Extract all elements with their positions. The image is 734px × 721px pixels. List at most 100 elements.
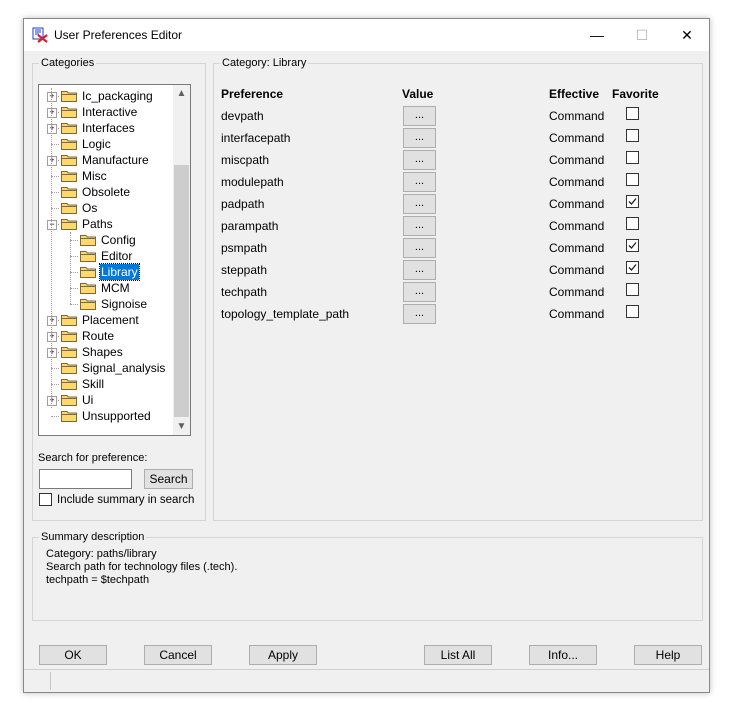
tree-connector <box>51 368 59 369</box>
effective-value: Command <box>549 153 605 167</box>
favorite-checkbox[interactable] <box>626 217 639 230</box>
value-browse-button[interactable]: ... <box>403 238 436 258</box>
folder-icon <box>61 315 77 326</box>
favorite-checkbox[interactable] <box>626 195 639 208</box>
value-browse-button[interactable]: ... <box>403 304 436 324</box>
tree-item-label: Shapes <box>82 345 123 359</box>
category-tree[interactable]: ▲ ▼ + Ic_packaging + Interactive + Interfaces… <box>38 84 191 436</box>
preference-name: steppath <box>221 263 268 277</box>
ok-button[interactable]: OK <box>39 645 107 665</box>
expand-icon[interactable]: + <box>47 108 57 118</box>
expand-icon[interactable]: + <box>47 156 57 166</box>
tree-item-placement[interactable]: + Placement <box>39 312 173 328</box>
maximize-button[interactable]: ☐ <box>619 19 665 51</box>
value-browse-button[interactable]: ... <box>403 194 436 214</box>
include-summary-checkbox[interactable] <box>39 493 52 506</box>
effective-value: Command <box>549 241 605 255</box>
value-browse-button[interactable]: ... <box>403 260 436 280</box>
preference-name: psmpath <box>221 241 268 255</box>
value-browse-button[interactable]: ... <box>403 106 436 126</box>
checkmark-icon <box>628 198 637 205</box>
title-bar[interactable]: User Preferences Editor — ☐ ✕ <box>24 19 709 51</box>
tree-item-signal_analysis[interactable]: Signal_analysis <box>39 360 173 376</box>
favorite-checkbox[interactable] <box>626 239 639 252</box>
tree-item-ic_packaging[interactable]: + Ic_packaging <box>39 88 173 104</box>
effective-value: Command <box>549 307 605 321</box>
expand-icon[interactable]: + <box>47 316 57 326</box>
cancel-button[interactable]: Cancel <box>144 645 212 665</box>
folder-icon <box>61 171 77 182</box>
app-icon <box>32 27 48 43</box>
close-button[interactable]: ✕ <box>664 19 710 51</box>
help-button[interactable]: Help <box>634 645 702 665</box>
search-input[interactable] <box>39 469 132 489</box>
preference-name: miscpath <box>221 153 270 167</box>
value-browse-button[interactable]: ... <box>403 150 436 170</box>
tree-item-paths[interactable]: − Paths <box>39 216 173 232</box>
collapse-icon[interactable]: − <box>47 220 57 230</box>
tree-item-logic[interactable]: Logic <box>39 136 173 152</box>
search-label: Search for preference: <box>38 452 148 464</box>
expand-icon[interactable]: + <box>47 396 57 406</box>
effective-value: Command <box>549 285 605 299</box>
scroll-up-arrow-icon[interactable]: ▲ <box>173 85 190 102</box>
tree-item-label: Obsolete <box>82 185 131 199</box>
favorite-checkbox[interactable] <box>626 283 639 296</box>
list-all-button[interactable]: List All <box>424 645 492 665</box>
tree-item-signoise[interactable]: Signoise <box>39 296 173 312</box>
favorite-checkbox[interactable] <box>626 129 639 142</box>
folder-icon <box>61 331 77 342</box>
favorite-checkbox[interactable] <box>626 261 639 274</box>
favorite-checkbox[interactable] <box>626 151 639 164</box>
status-divider <box>50 672 51 690</box>
tree-item-manufacture[interactable]: + Manufacture <box>39 152 173 168</box>
expand-icon[interactable]: + <box>47 92 57 102</box>
tree-item-route[interactable]: + Route <box>39 328 173 344</box>
effective-column-header: Effective <box>549 87 600 101</box>
favorite-checkbox[interactable] <box>626 305 639 318</box>
summary-group: Summary description Category: paths/libr… <box>32 530 703 621</box>
folder-icon <box>61 347 77 358</box>
tree-item-interfaces[interactable]: + Interfaces <box>39 120 173 136</box>
tree-item-label: Paths <box>82 217 113 231</box>
tree-item-shapes[interactable]: + Shapes <box>39 344 173 360</box>
tree-item-os[interactable]: Os <box>39 200 173 216</box>
tree-item-interactive[interactable]: + Interactive <box>39 104 173 120</box>
expand-icon[interactable]: + <box>47 348 57 358</box>
tree-item-editor[interactable]: Editor <box>39 248 173 264</box>
scroll-down-arrow-icon[interactable]: ▼ <box>173 418 190 435</box>
tree-item-label: Ic_packaging <box>82 89 153 103</box>
expand-icon[interactable]: + <box>47 124 57 134</box>
tree-item-unsupported[interactable]: Unsupported <box>39 408 173 424</box>
tree-item-config[interactable]: Config <box>39 232 173 248</box>
tree-item-label: Misc <box>82 169 107 183</box>
tree-item-library[interactable]: Library <box>39 263 173 281</box>
preference-name: modulepath <box>221 175 284 189</box>
minimize-button[interactable]: — <box>574 19 620 51</box>
tree-item-mcm[interactable]: MCM <box>39 280 173 296</box>
tree-item-misc[interactable]: Misc <box>39 168 173 184</box>
info-button[interactable]: Info... <box>529 645 597 665</box>
value-browse-button[interactable]: ... <box>403 282 436 302</box>
tree-item-label: Route <box>82 329 115 343</box>
tree-item-label: Interactive <box>82 105 138 119</box>
favorite-checkbox[interactable] <box>626 107 639 120</box>
tree-item-label: Logic <box>82 137 111 151</box>
expand-icon[interactable]: + <box>47 332 57 342</box>
tree-scrollbar[interactable]: ▲ ▼ <box>173 85 190 435</box>
apply-button[interactable]: Apply <box>249 645 317 665</box>
tree-connector <box>51 208 59 209</box>
value-browse-button[interactable]: ... <box>403 172 436 192</box>
tree-item-skill[interactable]: Skill <box>39 376 173 392</box>
tree-connector <box>51 384 59 385</box>
categories-label: Categories <box>39 56 97 70</box>
value-browse-button[interactable]: ... <box>403 216 436 236</box>
tree-item-ui[interactable]: + Ui <box>39 392 173 408</box>
folder-icon <box>61 187 77 198</box>
tree-connector <box>70 304 78 305</box>
search-button[interactable]: Search <box>144 469 193 489</box>
favorite-checkbox[interactable] <box>626 173 639 186</box>
value-browse-button[interactable]: ... <box>403 128 436 148</box>
tree-item-obsolete[interactable]: Obsolete <box>39 184 173 200</box>
scrollbar-thumb[interactable] <box>174 165 189 417</box>
